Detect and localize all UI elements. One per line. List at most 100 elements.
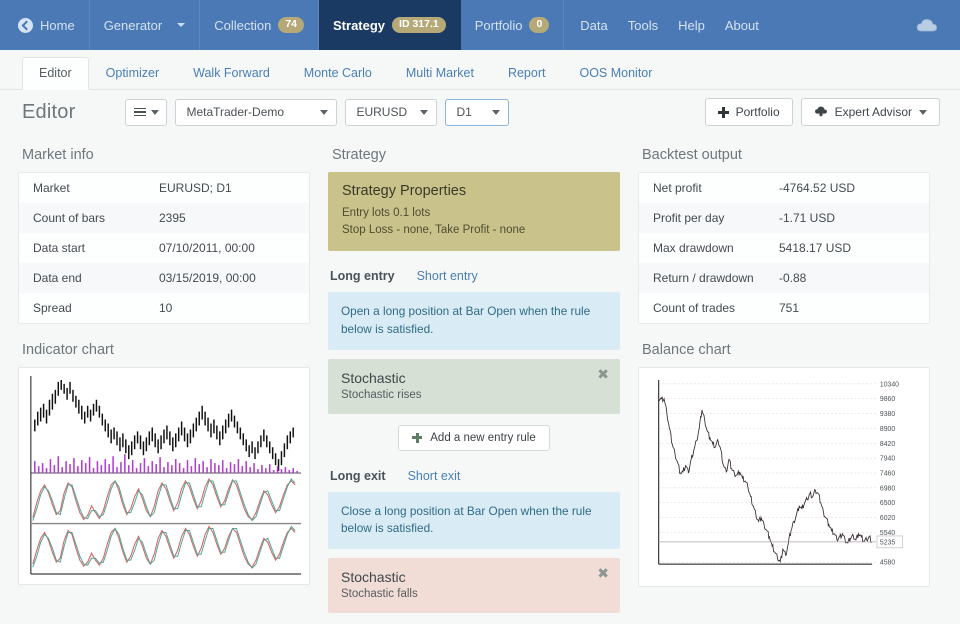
entry-rule-title: Stochastic [341, 370, 607, 386]
svg-text:6020: 6020 [880, 515, 895, 522]
backtest-key: Count of trades [639, 293, 779, 323]
nav-item-strategy[interactable]: Strategy ID 317.1 [319, 0, 461, 50]
market-info-key: Count of bars [19, 203, 159, 233]
exit-rule-title: Stochastic [341, 569, 607, 585]
plus-icon [412, 433, 422, 443]
backtest-value: -1.71 USD [779, 203, 835, 233]
backtest-output-title: Backtest output [642, 147, 930, 163]
top-navigation-bar: Home Generator Collection 74 Strategy ID… [0, 0, 960, 50]
broker-select[interactable]: MetaTrader-Demo [175, 99, 337, 126]
tab-optimizer[interactable]: Optimizer [89, 57, 176, 90]
indicator-chart[interactable] [18, 367, 310, 585]
add-entry-rule-label: Add a new entry rule [430, 432, 535, 444]
table-row: Count of trades 751 [639, 293, 929, 323]
svg-text:7940: 7940 [880, 456, 895, 463]
close-icon[interactable]: ✖ [597, 566, 609, 580]
nav-item-about-label: About [725, 18, 759, 33]
tab-editor-label: Editor [39, 66, 72, 80]
cloud-icon[interactable] [916, 17, 938, 33]
tab-multi-market-label: Multi Market [406, 66, 474, 80]
tab-multi-market[interactable]: Multi Market [389, 57, 491, 90]
strategy-title: Strategy [332, 147, 620, 163]
timeframe-select-value: D1 [456, 105, 471, 119]
table-row: Net profit -4764.52 USD [639, 173, 929, 203]
portfolio-count-badge: 0 [529, 17, 549, 33]
tab-monte-carlo[interactable]: Monte Carlo [287, 57, 389, 90]
collection-count-badge: 74 [278, 17, 304, 33]
market-info-value: 03/15/2019, 00:00 [159, 263, 256, 293]
market-info-value: 10 [159, 293, 172, 323]
svg-text:6980: 6980 [880, 485, 895, 492]
nav-item-data-label: Data [580, 18, 607, 33]
timeframe-select[interactable]: D1 [445, 99, 509, 126]
exit-rule-tabs: Long exit Short exit [330, 469, 620, 483]
tab-oos-monitor[interactable]: OOS Monitor [562, 57, 669, 90]
tab-oos-monitor-label: OOS Monitor [579, 66, 652, 80]
backtest-value: 751 [779, 293, 799, 323]
tab-report-label: Report [508, 66, 546, 80]
backtest-key: Max drawdown [639, 233, 779, 263]
market-info-key: Data end [19, 263, 159, 293]
tab-long-entry[interactable]: Long entry [330, 269, 395, 283]
table-row: Market EURUSD; D1 [19, 173, 309, 203]
tab-report[interactable]: Report [491, 57, 563, 90]
nav-item-home[interactable]: Home [0, 0, 90, 50]
nav-item-portfolio-label: Portfolio [475, 18, 523, 33]
nav-item-tools[interactable]: Tools [618, 0, 668, 50]
nav-item-generator[interactable]: Generator [90, 0, 201, 50]
plus-icon [718, 107, 729, 118]
svg-text:6500: 6500 [880, 500, 895, 507]
svg-text:9860: 9860 [880, 396, 895, 403]
tab-editor[interactable]: Editor [22, 57, 89, 90]
tab-walk-forward[interactable]: Walk Forward [176, 57, 287, 90]
balance-chart[interactable]: 1034098609380890084207940746069806500602… [638, 367, 930, 587]
nav-item-strategy-label: Strategy [333, 18, 385, 33]
chevron-down-icon [492, 110, 500, 115]
long-entry-description: Open a long position at Bar Open when th… [328, 292, 620, 349]
strategy-properties-card[interactable]: Strategy Properties Entry lots 0.1 lots … [328, 172, 620, 251]
tab-optimizer-label: Optimizer [106, 66, 159, 80]
backtest-value: 5418.17 USD [779, 233, 851, 263]
add-to-portfolio-button[interactable]: Portfolio [705, 98, 793, 126]
table-row: Data end 03/15/2019, 00:00 [19, 263, 309, 293]
broker-select-value: MetaTrader-Demo [186, 105, 284, 119]
nav-item-about[interactable]: About [715, 0, 769, 50]
long-exit-description: Close a long position at Bar Open when t… [328, 492, 620, 549]
close-icon[interactable]: ✖ [597, 367, 609, 381]
menu-button[interactable] [125, 99, 167, 126]
editor-toolbar: Editor MetaTrader-Demo EURUSD D1 Portfol… [0, 90, 960, 134]
add-entry-rule-button[interactable]: Add a new entry rule [398, 425, 549, 451]
tab-short-entry[interactable]: Short entry [417, 269, 478, 283]
market-info-key: Data start [19, 233, 159, 263]
symbol-select[interactable]: EURUSD [345, 99, 437, 126]
svg-text:10340: 10340 [880, 381, 899, 388]
tab-short-exit[interactable]: Short exit [408, 469, 461, 483]
svg-text:8420: 8420 [880, 441, 895, 448]
nav-item-home-label: Home [40, 18, 75, 33]
entry-rule-card[interactable]: ✖ Stochastic Stochastic rises [328, 359, 620, 414]
backtest-key: Profit per day [639, 203, 779, 233]
tab-monte-carlo-label: Monte Carlo [304, 66, 372, 80]
backtest-value: -0.88 [779, 263, 806, 293]
exit-rule-card[interactable]: ✖ Stochastic Stochastic falls [328, 558, 620, 613]
nav-item-collection-label: Collection [214, 18, 271, 33]
table-row: Data start 07/10/2011, 00:00 [19, 233, 309, 263]
add-to-portfolio-label: Portfolio [736, 105, 780, 119]
nav-item-portfolio[interactable]: Portfolio 0 [461, 0, 565, 50]
page-title: Editor [22, 101, 75, 124]
market-info-title: Market info [22, 147, 310, 163]
market-info-value: EURUSD; D1 [159, 173, 232, 203]
backtest-key: Return / drawdown [639, 263, 779, 293]
nav-item-collection[interactable]: Collection 74 [200, 0, 319, 50]
expert-advisor-button[interactable]: Expert Advisor [801, 98, 940, 126]
chevron-down-icon [320, 110, 328, 115]
svg-text:7460: 7460 [880, 470, 895, 477]
entry-rule-condition: Stochastic rises [341, 389, 607, 401]
nav-item-help[interactable]: Help [668, 0, 715, 50]
table-row: Count of bars 2395 [19, 203, 309, 233]
strategy-id-badge: ID 317.1 [392, 17, 446, 33]
tab-long-exit[interactable]: Long exit [330, 469, 386, 483]
nav-item-generator-label: Generator [104, 18, 163, 33]
nav-item-data[interactable]: Data [570, 0, 617, 50]
right-column: Backtest output Net profit -4764.52 USD … [638, 142, 930, 624]
